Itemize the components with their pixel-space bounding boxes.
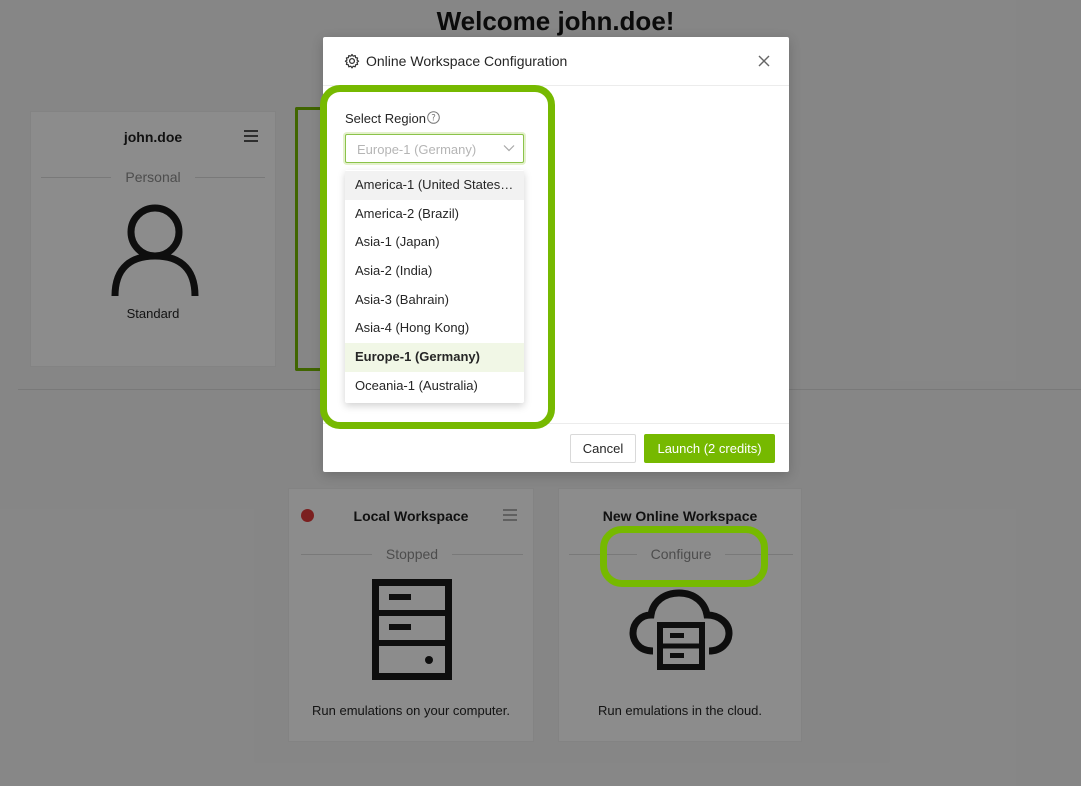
modal-header: Online Workspace Configuration [323,37,789,86]
highlight-region-select [320,85,555,429]
gear-icon [344,53,360,69]
cancel-button[interactable]: Cancel [570,434,636,463]
close-icon[interactable] [755,52,773,70]
modal-title: Online Workspace Configuration [366,53,568,69]
highlight-configure [600,526,768,587]
launch-button[interactable]: Launch (2 credits) [644,434,775,463]
